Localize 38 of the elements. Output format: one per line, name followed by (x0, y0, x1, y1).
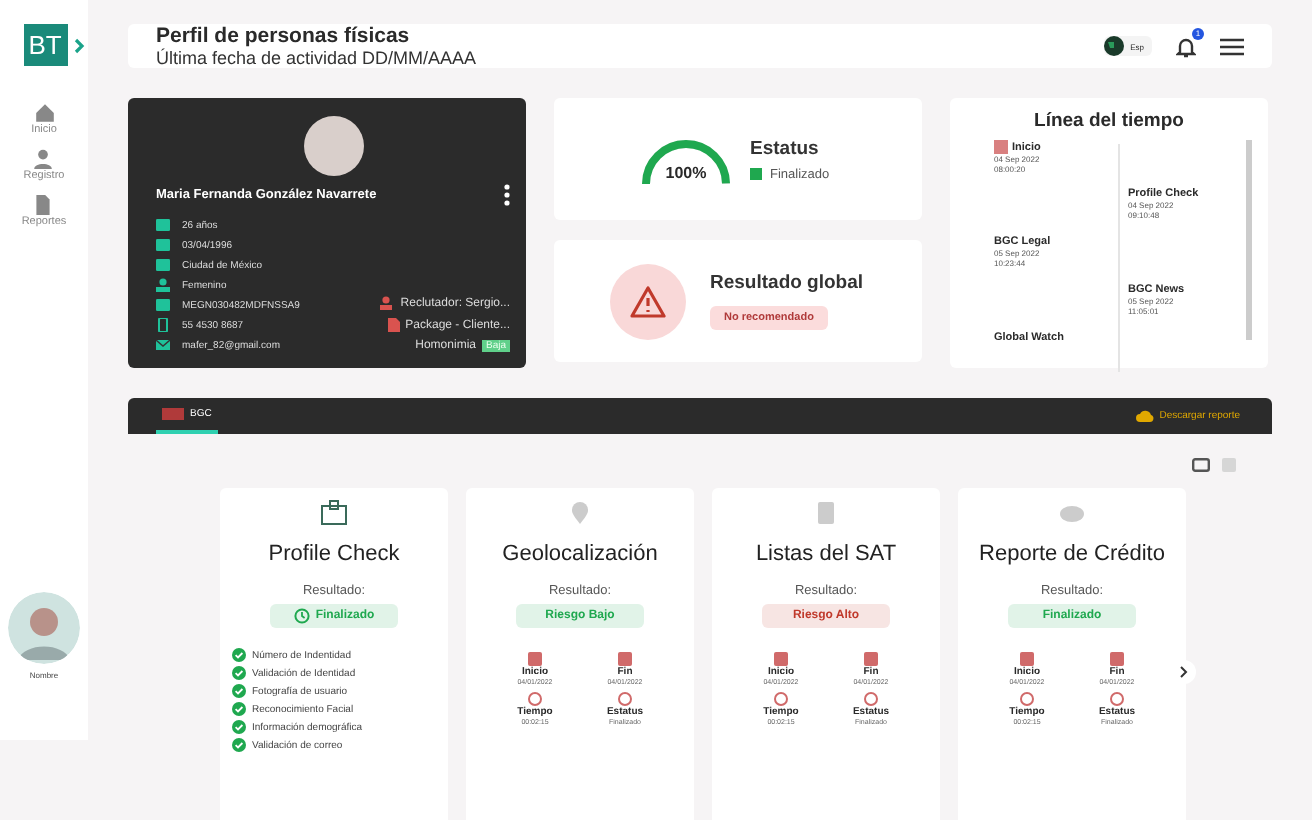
progress-gauge (642, 135, 730, 183)
check-icon (232, 702, 246, 716)
person-icon (380, 296, 395, 310)
check-title: Geolocalización (502, 542, 658, 566)
photo-placeholder (303, 116, 363, 176)
check-title: Listas del SAT (755, 542, 897, 566)
page-subtitle: Última fecha de actividad DD/MM/AAAA (156, 48, 477, 68)
check-icon (232, 648, 246, 662)
user-icon (32, 148, 55, 170)
card-view-icon[interactable] (1192, 458, 1210, 472)
result-title: Resultado global (710, 272, 864, 294)
menu-icon[interactable] (1220, 37, 1244, 55)
document-icon (387, 318, 400, 332)
warning-icon (610, 263, 686, 339)
check-icon (232, 684, 246, 698)
page-title: Perfil de personas físicas (156, 24, 412, 48)
check-title: Reporte de Crédito (979, 542, 1165, 566)
status-title: Estatus (750, 137, 821, 159)
expand-icon[interactable] (73, 37, 85, 53)
check-icon (232, 720, 246, 734)
logo: BT (23, 24, 67, 66)
status-square-icon (750, 168, 762, 180)
home-icon (33, 102, 55, 124)
location-pin-icon (566, 500, 594, 526)
mail-icon (156, 338, 170, 352)
user-avatar[interactable] (8, 592, 80, 664)
document-icon (32, 194, 55, 216)
phone-icon (156, 318, 170, 332)
chevron-icon (1180, 666, 1188, 678)
check-title: Profile Check (268, 542, 400, 566)
more-icon[interactable] (504, 184, 510, 206)
check-icon (232, 738, 246, 752)
cloud-icon (1135, 409, 1154, 423)
progress-percent: 100% (663, 163, 709, 181)
person-icon (156, 278, 170, 292)
check-icon (232, 666, 246, 680)
id-badge-icon (320, 500, 348, 526)
timeline-title: Línea del tiempo (1032, 110, 1186, 132)
